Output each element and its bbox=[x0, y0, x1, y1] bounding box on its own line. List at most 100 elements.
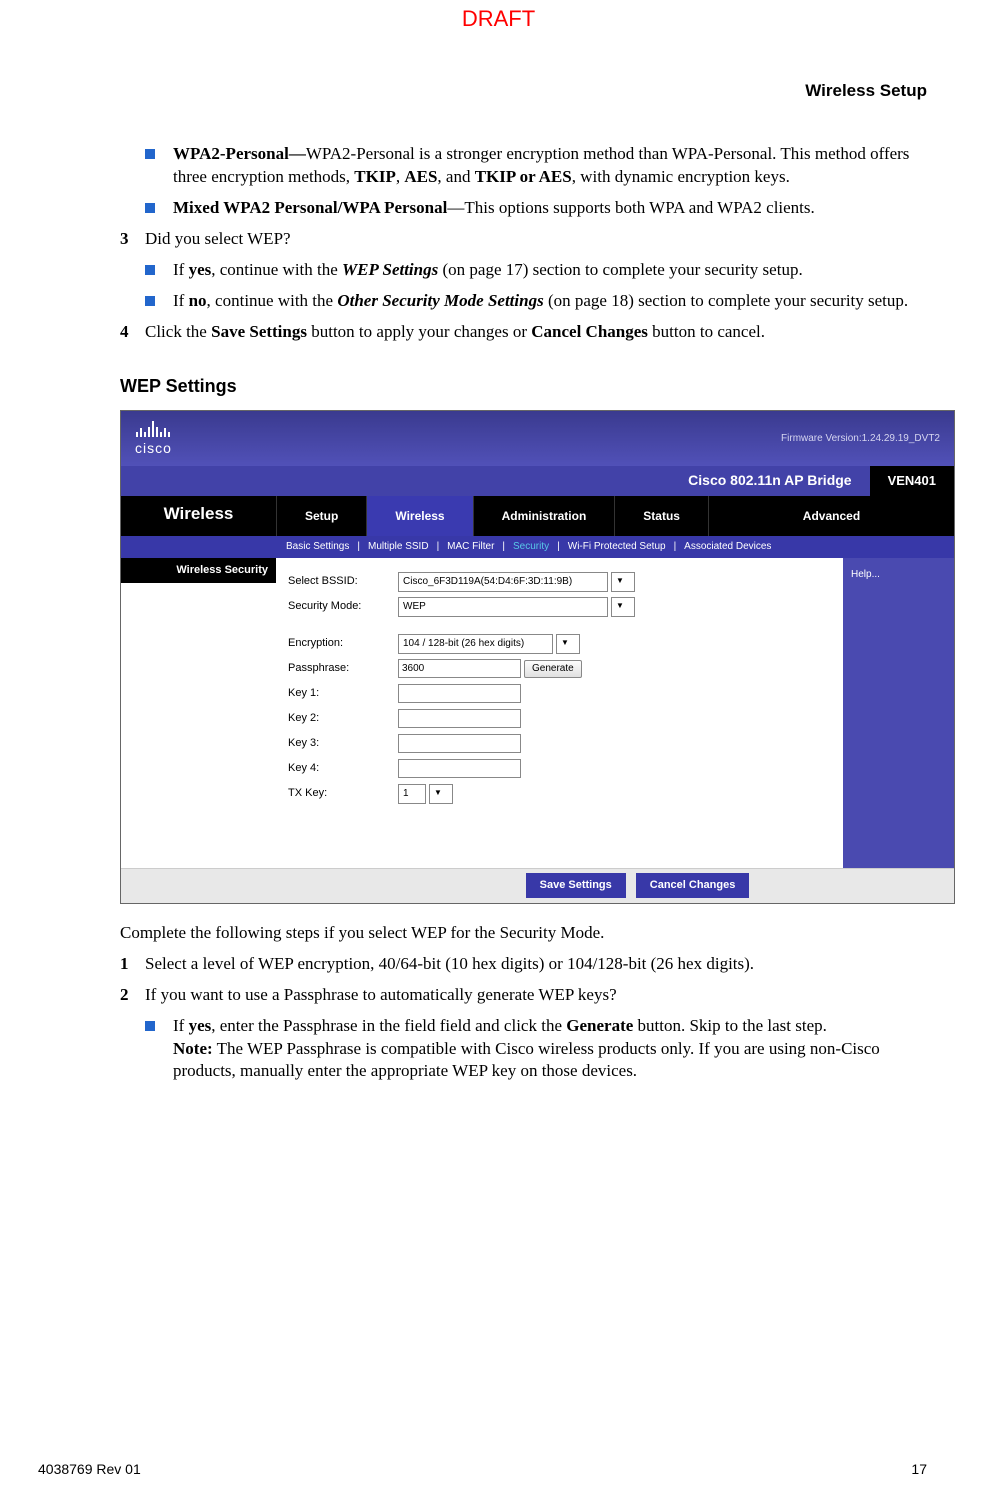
subtab-multiple-ssid[interactable]: Multiple SSID bbox=[368, 540, 429, 554]
t: yes bbox=[189, 1016, 212, 1035]
v: WEP bbox=[403, 600, 426, 614]
generate-button[interactable]: Generate bbox=[524, 660, 582, 678]
subtab-mac-filter[interactable]: MAC Filter bbox=[447, 540, 494, 554]
select-encryption[interactable]: 104 / 128-bit (26 hex digits) ▼ bbox=[398, 634, 580, 654]
t: Click the bbox=[145, 322, 211, 341]
row-secmode: Security Mode: WEP ▼ bbox=[288, 597, 831, 617]
subtab-assoc-devices[interactable]: Associated Devices bbox=[684, 540, 771, 554]
t: (on page 18) section to complete your se… bbox=[544, 291, 908, 310]
select-txkey[interactable]: 1 ▼ bbox=[398, 784, 453, 804]
help-panel: Help... bbox=[843, 558, 954, 868]
t: , continue with the bbox=[207, 291, 338, 310]
t: , and bbox=[437, 167, 474, 186]
bullet-icon bbox=[145, 265, 155, 275]
input-key2[interactable] bbox=[398, 709, 521, 728]
firmware-version: Firmware Version:1.24.29.19_DVT2 bbox=[781, 432, 940, 446]
ui-body: Wireless Security Select BSSID: Cisco_6F… bbox=[121, 558, 954, 868]
select-secmode[interactable]: WEP ▼ bbox=[398, 597, 635, 617]
t: , enter the Passphrase in the field fiel… bbox=[211, 1016, 566, 1035]
ui-title-bar: Cisco 802.11n AP Bridge VEN401 bbox=[121, 466, 954, 496]
tab-advanced[interactable]: Advanced bbox=[708, 496, 954, 536]
sep: | bbox=[557, 540, 560, 554]
tab-administration[interactable]: Administration bbox=[473, 496, 615, 536]
subtab-wps[interactable]: Wi-Fi Protected Setup bbox=[568, 540, 666, 554]
t: WEP Settings bbox=[342, 260, 438, 279]
wep-step-1: 1 Select a level of WEP encryption, 40/6… bbox=[120, 953, 927, 976]
bullet-icon bbox=[145, 149, 155, 159]
subtab-security[interactable]: Security bbox=[513, 540, 549, 554]
cisco-text: cisco bbox=[135, 439, 172, 458]
label-txkey: TX Key: bbox=[288, 786, 398, 801]
step-num: 4 bbox=[120, 321, 145, 344]
chevron-down-icon[interactable]: ▼ bbox=[556, 634, 580, 654]
sep: | bbox=[502, 540, 505, 554]
chevron-down-icon[interactable]: ▼ bbox=[429, 784, 453, 804]
bullet-text: WPA2-Personal—WPA2-Personal is a stronge… bbox=[173, 143, 927, 189]
t: (on page 17) section to complete your se… bbox=[438, 260, 802, 279]
sep: | bbox=[357, 540, 360, 554]
tab-wireless[interactable]: Wireless bbox=[366, 496, 472, 536]
cancel-changes-button[interactable]: Cancel Changes bbox=[636, 873, 750, 898]
tab-status[interactable]: Status bbox=[614, 496, 708, 536]
step-text: Did you select WEP? bbox=[145, 228, 927, 251]
page-footer: 4038769 Rev 01 17 bbox=[38, 1460, 927, 1479]
ui-subnav: Basic Settings | Multiple SSID | MAC Filte… bbox=[121, 536, 954, 558]
bullet-text: Mixed WPA2 Personal/WPA Personal—This op… bbox=[173, 197, 927, 220]
panel-title: Wireless Security bbox=[121, 558, 276, 583]
body-content: WPA2-Personal—WPA2-Personal is a stronge… bbox=[120, 143, 927, 1083]
t: — bbox=[447, 198, 464, 217]
step-4: 4 Click the Save Settings button to appl… bbox=[120, 321, 927, 344]
bullet-no: If no, continue with the Other Security … bbox=[145, 290, 927, 313]
t: Note: bbox=[173, 1039, 213, 1058]
router-ui-screenshot: cisco Firmware Version:1.24.29.19_DVT2 C… bbox=[120, 410, 955, 904]
t: TKIP bbox=[354, 167, 396, 186]
v: 104 / 128-bit (26 hex digits) bbox=[403, 637, 524, 651]
bullet-wpa2: WPA2-Personal—WPA2-Personal is a stronge… bbox=[145, 143, 927, 189]
subtab-basic[interactable]: Basic Settings bbox=[286, 540, 349, 554]
t: Save Settings bbox=[211, 322, 307, 341]
t: button. Skip to the last step. bbox=[633, 1016, 827, 1035]
label-bssid: Select BSSID: bbox=[288, 574, 398, 589]
t: TKIP or AES bbox=[475, 167, 572, 186]
row-passphrase: Passphrase: 3600 Generate bbox=[288, 659, 831, 679]
t: If bbox=[173, 291, 189, 310]
label-secmode: Security Mode: bbox=[288, 599, 398, 614]
label-key2: Key 2: bbox=[288, 711, 398, 726]
v: 1 bbox=[403, 787, 409, 801]
tab-setup[interactable]: Setup bbox=[276, 496, 366, 536]
row-bssid: Select BSSID: Cisco_6F3D119A(54:D4:6F:3D… bbox=[288, 572, 831, 592]
row-key3: Key 3: bbox=[288, 734, 831, 754]
cisco-logo-icon bbox=[136, 419, 170, 437]
nav-title: Wireless bbox=[121, 496, 276, 536]
wep-intro: Complete the following steps if you sele… bbox=[120, 922, 927, 945]
t: If bbox=[173, 260, 189, 279]
ui-nav: Wireless Setup Wireless Administration S… bbox=[121, 496, 954, 536]
input-key3[interactable] bbox=[398, 734, 521, 753]
wep-step-2: 2 If you want to use a Passphrase to aut… bbox=[120, 984, 927, 1007]
input-passphrase[interactable]: 3600 bbox=[398, 659, 521, 678]
bullet-icon bbox=[145, 296, 155, 306]
bullet-text: If yes, enter the Passphrase in the fiel… bbox=[173, 1015, 927, 1084]
row-txkey: TX Key: 1 ▼ bbox=[288, 784, 831, 804]
help-link[interactable]: Help... bbox=[851, 569, 880, 580]
save-settings-button[interactable]: Save Settings bbox=[526, 873, 626, 898]
chevron-down-icon[interactable]: ▼ bbox=[611, 597, 635, 617]
product-name: Cisco 802.11n AP Bridge bbox=[670, 471, 869, 490]
input-key1[interactable] bbox=[398, 684, 521, 703]
page: DRAFT Wireless Setup WPA2-Personal—WPA2-… bbox=[0, 0, 997, 1509]
step-text: Select a level of WEP encryption, 40/64-… bbox=[145, 953, 927, 976]
bullet-icon bbox=[145, 1021, 155, 1031]
ui-button-bar: Save Settings Cancel Changes bbox=[121, 868, 954, 903]
step-num: 1 bbox=[120, 953, 145, 976]
label-encryption: Encryption: bbox=[288, 636, 398, 651]
label-key4: Key 4: bbox=[288, 761, 398, 776]
row-key1: Key 1: bbox=[288, 684, 831, 704]
sep: | bbox=[437, 540, 440, 554]
select-bssid[interactable]: Cisco_6F3D119A(54:D4:6F:3D:11:9B) ▼ bbox=[398, 572, 635, 592]
t: button to cancel. bbox=[648, 322, 765, 341]
ui-header: cisco Firmware Version:1.24.29.19_DVT2 bbox=[121, 411, 954, 466]
chevron-down-icon[interactable]: ▼ bbox=[611, 572, 635, 592]
nav-tabs: Setup Wireless Administration Status Adv… bbox=[276, 496, 954, 536]
cisco-logo: cisco bbox=[135, 419, 172, 458]
input-key4[interactable] bbox=[398, 759, 521, 778]
